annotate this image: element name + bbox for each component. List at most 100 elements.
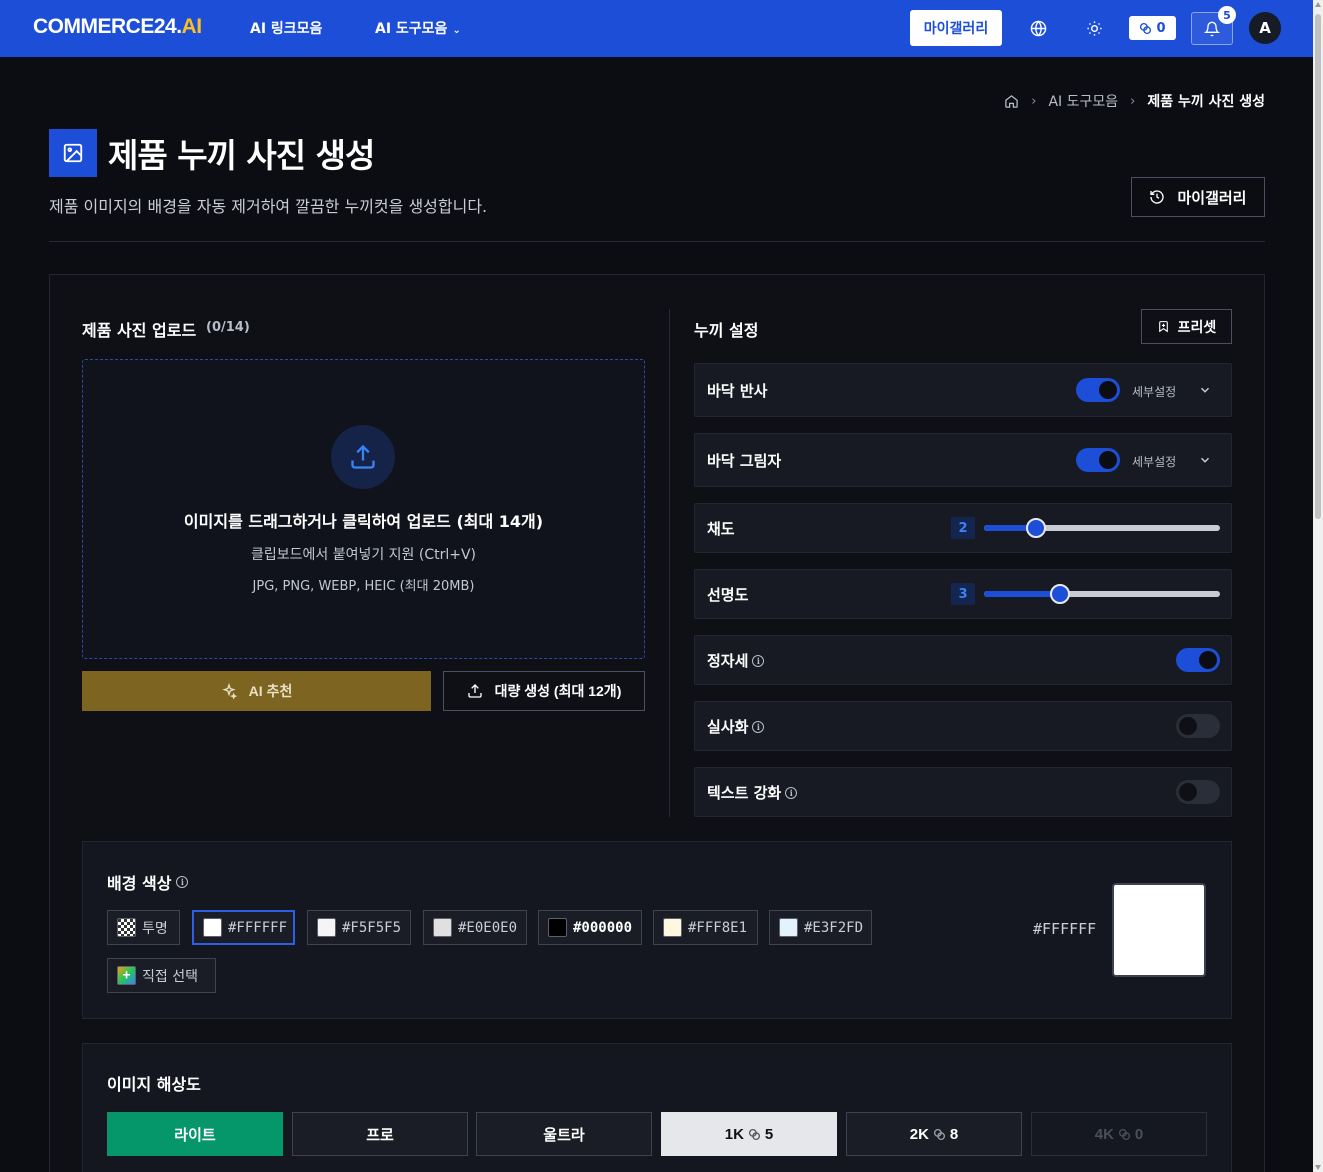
tier-ultra-button[interactable]: 울트라	[476, 1112, 652, 1156]
size-2k-button[interactable]: 2K 8	[846, 1112, 1022, 1156]
sharpness-slider[interactable]	[984, 584, 1220, 604]
setting-label: 실사화 i	[707, 716, 765, 737]
setting-label: 바닥 반사	[707, 382, 768, 400]
background-color-title: 배경 색상 i	[107, 870, 189, 894]
detail-settings-link[interactable]: 세부설정	[1132, 453, 1176, 470]
sharpness-slider-knob[interactable]	[1049, 584, 1070, 604]
my-gallery-button[interactable]: 마이갤러리	[1131, 177, 1265, 217]
sparkles-icon	[221, 683, 237, 699]
sharpness-value: 3	[951, 583, 975, 605]
breadcrumb-separator: ›	[1130, 93, 1136, 109]
setting-label: 정자세 i	[707, 650, 765, 671]
selected-hex-value: #FFFFFF	[1033, 920, 1097, 938]
scrollbar[interactable]	[1313, 0, 1323, 1172]
size-1k-button[interactable]: 1K 5	[661, 1112, 837, 1156]
saturation-slider[interactable]	[984, 518, 1220, 538]
upload-icon	[331, 425, 395, 489]
swatch-transparent[interactable]: 투명	[107, 910, 180, 945]
custom-color-button[interactable]: + 직접 선택	[107, 958, 216, 993]
bell-icon	[1204, 21, 1220, 36]
coins-icon	[748, 1128, 760, 1140]
info-icon[interactable]: i	[176, 876, 189, 888]
photoreal-toggle[interactable]	[1176, 714, 1220, 738]
header-divider	[49, 241, 1265, 242]
plus-icon: +	[117, 966, 136, 985]
credits-count: 0	[1156, 20, 1166, 36]
floor-reflection-toggle[interactable]	[1076, 378, 1120, 402]
setting-label: 채도	[707, 520, 735, 538]
settings-title: 누끼 설정	[694, 321, 759, 340]
swatch-color[interactable]: #FFF8E1	[653, 910, 758, 945]
globe-icon[interactable]	[1024, 14, 1052, 42]
sun-icon[interactable]	[1080, 14, 1108, 42]
breadcrumb: › AI 도구모음 › 제품 누끼 사진 생성	[1004, 91, 1265, 111]
swatch-sample	[548, 918, 567, 937]
scroll-down-arrow[interactable]	[1315, 1165, 1321, 1170]
swatch-sample	[203, 918, 222, 937]
credits-button[interactable]: 0	[1129, 16, 1176, 40]
chevron-down-icon: ⌄	[452, 25, 461, 36]
logo[interactable]: COMMERCE24.AI	[33, 15, 202, 39]
bulk-generate-button[interactable]: 대량 생성 (최대 12개)	[443, 671, 645, 711]
page-title: 제품 누끼 사진 생성	[108, 136, 375, 175]
tier-pro-button[interactable]: 프로	[292, 1112, 468, 1156]
size-4k-button[interactable]: 4K 0	[1031, 1112, 1207, 1156]
swatch-color[interactable]: #FFFFFF	[192, 910, 295, 945]
tier-lite-button[interactable]: 라이트	[107, 1112, 283, 1156]
breadcrumb-ai-tools[interactable]: AI 도구모음	[1048, 91, 1118, 111]
chevron-down-icon[interactable]	[1198, 383, 1212, 397]
setting-saturation: 채도 2	[694, 503, 1232, 553]
coins-icon	[1118, 1128, 1130, 1140]
coins-icon	[933, 1128, 945, 1140]
swatch-color[interactable]: #E3F2FD	[769, 910, 872, 945]
swatch-sample	[779, 918, 798, 937]
swatch-color[interactable]: #E0E0E0	[423, 910, 527, 945]
dropzone-formats: JPG, PNG, WEBP, HEIC (최대 20MB)	[252, 579, 475, 594]
swatch-color[interactable]: #F5F5F5	[307, 910, 411, 945]
swatch-color[interactable]: #000000	[538, 910, 642, 945]
image-icon	[49, 129, 97, 177]
front-pose-toggle[interactable]	[1176, 648, 1220, 672]
breadcrumb-separator: ›	[1031, 93, 1037, 109]
info-icon[interactable]: i	[752, 654, 765, 667]
coins-icon	[1140, 22, 1152, 34]
preset-button[interactable]: 프리셋	[1141, 309, 1232, 344]
scrollbar-thumb[interactable]	[1315, 14, 1321, 519]
setting-label: 바닥 그림자	[707, 452, 782, 470]
setting-label: 텍스트 강화 i	[707, 782, 798, 803]
nav-ai-links[interactable]: AI 링크모음	[250, 18, 322, 38]
avatar[interactable]: A	[1249, 12, 1281, 44]
ai-recommend-button[interactable]: AI 추천	[82, 671, 431, 711]
setting-photoreal: 실사화 i	[694, 701, 1232, 751]
chevron-down-icon[interactable]	[1198, 453, 1212, 467]
text-enhance-toggle[interactable]	[1176, 780, 1220, 804]
history-icon	[1150, 190, 1165, 204]
info-icon[interactable]: i	[785, 786, 798, 799]
floor-shadow-toggle[interactable]	[1076, 448, 1120, 472]
my-gallery-button-top[interactable]: 마이갤러리	[910, 10, 1002, 46]
swatch-sample	[663, 918, 682, 937]
dropzone-clipboard-hint: 클립보드에서 붙여넣기 지원 (Ctrl+V)	[250, 547, 477, 563]
column-divider	[669, 309, 670, 817]
bookmark-icon	[1158, 321, 1168, 333]
home-icon[interactable]	[1004, 94, 1019, 109]
dropzone-instruction: 이미지를 드래그하거나 클릭하여 업로드 (최대 14개)	[183, 512, 544, 531]
info-icon[interactable]: i	[752, 720, 765, 733]
setting-floor-shadow: 바닥 그림자 세부설정	[694, 433, 1232, 487]
upload-title: 제품 사진 업로드	[82, 321, 197, 340]
saturation-slider-knob[interactable]	[1025, 518, 1046, 538]
scroll-up-arrow[interactable]	[1315, 2, 1321, 7]
setting-sharpness: 선명도 3	[694, 569, 1232, 619]
setting-text-enhance: 텍스트 강화 i	[694, 767, 1232, 817]
swatch-sample	[433, 918, 452, 937]
detail-settings-link[interactable]: 세부설정	[1132, 383, 1176, 400]
saturation-value: 2	[951, 517, 975, 539]
nav-ai-tools[interactable]: AI 도구모음 ⌄	[375, 18, 461, 38]
breadcrumb-current: 제품 누끼 사진 생성	[1147, 94, 1265, 110]
notification-badge: 5	[1218, 6, 1236, 24]
upload-count: (0/14)	[206, 320, 250, 335]
top-navbar: COMMERCE24.AI AI 링크모음 AI 도구모음 ⌄ 마이갤러리 0 5…	[0, 0, 1313, 57]
setting-front-pose: 정자세 i	[694, 635, 1232, 685]
setting-label: 선명도	[707, 586, 749, 604]
upload-icon	[467, 684, 482, 698]
